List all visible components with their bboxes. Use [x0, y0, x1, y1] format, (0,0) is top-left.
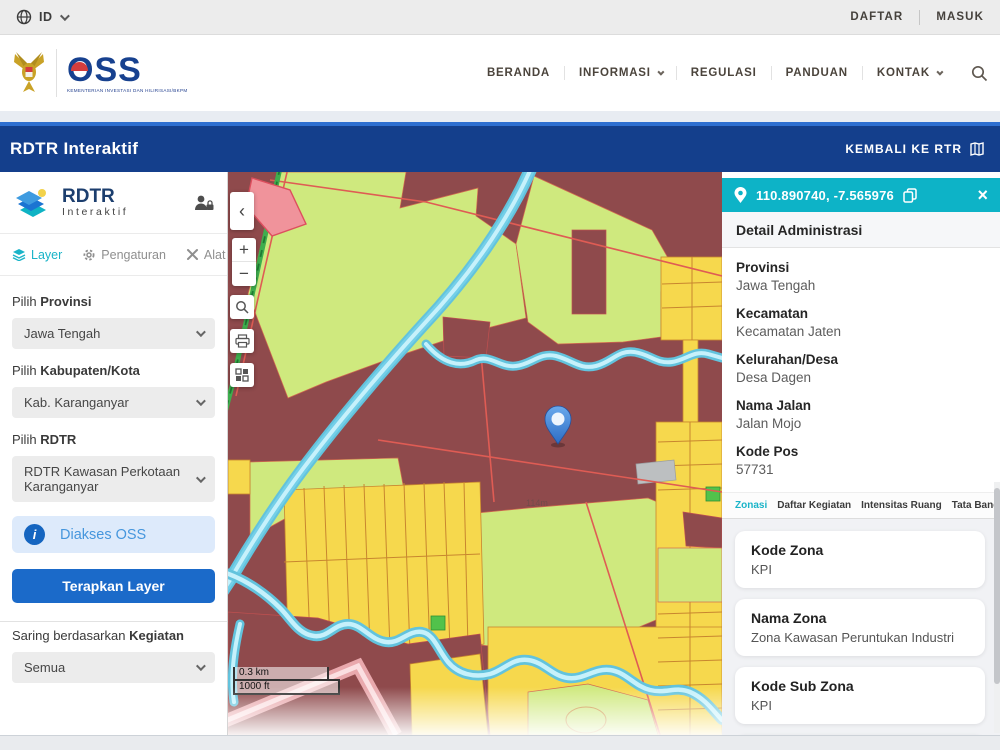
main-nav: BERANDA INFORMASI REGULASI PANDUAN KONTA…	[473, 65, 988, 82]
language-code: ID	[39, 10, 53, 24]
page-toolbar: RDTR Interaktif KEMBALI KE RTR	[0, 122, 1000, 172]
chevron-down-icon	[196, 327, 206, 337]
register-button[interactable]: DAFTAR	[850, 11, 903, 23]
nav-regulasi[interactable]: REGULASI	[677, 67, 771, 79]
zoning-tabs: Zonasi Daftar Kegiatan Intensitas Ruang …	[722, 492, 1000, 519]
basemap-button[interactable]	[230, 363, 254, 387]
chevron-down-icon	[936, 68, 943, 75]
elevation-label: 114m	[526, 498, 548, 508]
detail-section-title: Detail Administrasi	[722, 212, 1000, 248]
map-search-button[interactable]	[230, 295, 254, 319]
rdtr-logo	[12, 184, 54, 222]
language-selector[interactable]: ID	[16, 9, 67, 25]
zoning-cards: Kode ZonaKPI Nama ZonaZona Kawasan Perun…	[722, 519, 1000, 735]
map-scale: 0.3 km 1000 ft	[233, 667, 340, 695]
close-icon[interactable]: ×	[977, 186, 988, 204]
activity-filter-select[interactable]: Semua	[12, 652, 215, 683]
field-jalan: Nama JalanJalan Mojo	[736, 398, 986, 431]
page-footer	[0, 735, 1000, 750]
layer-sidebar: RDTR Interaktif Layer	[0, 172, 228, 735]
oss-brand[interactable]: OSS KEMENTERIAN INVESTASI DAN HILIRISASI…	[12, 49, 187, 97]
province-select[interactable]: Jawa Tengah	[12, 318, 215, 349]
chevron-down-icon	[196, 661, 206, 671]
regency-select[interactable]: Kab. Karanganyar	[12, 387, 215, 418]
province-label: Pilih Provinsi	[12, 294, 215, 309]
back-to-rtr-link[interactable]: KEMBALI KE RTR	[845, 142, 984, 156]
rdtr-select[interactable]: RDTR Kawasan Perkotaan Karanganyar	[12, 456, 215, 502]
field-kecamatan: KecamatanKecamatan Jaten	[736, 306, 986, 339]
panel-scrollbar[interactable]	[994, 482, 1000, 733]
field-provinsi: ProvinsiJawa Tengah	[736, 260, 986, 293]
print-button[interactable]	[230, 329, 254, 353]
search-icon	[235, 300, 249, 314]
tab-pengaturan[interactable]: Pengaturan	[82, 248, 166, 262]
rdtr-label: Pilih RDTR	[12, 432, 215, 447]
field-kodepos: Kode Pos57731	[736, 444, 986, 477]
divider	[56, 49, 57, 97]
zoom-in-button[interactable]: +	[232, 238, 256, 262]
regency-label: Pilih Kabupaten/Kota	[12, 363, 215, 378]
card-nama-zona: Nama ZonaZona Kawasan Peruntukan Industr…	[735, 599, 985, 656]
nav-panduan[interactable]: PANDUAN	[772, 67, 862, 79]
tab-zonasi[interactable]: Zonasi	[730, 500, 772, 511]
nav-kontak[interactable]: KONTAK	[863, 67, 955, 79]
divider	[919, 10, 920, 25]
pin-icon	[734, 187, 747, 204]
chevron-down-icon	[657, 68, 664, 75]
diakses-oss-button[interactable]: i Diakses OSS	[12, 516, 215, 553]
administrative-fields: ProvinsiJawa Tengah KecamatanKecamatan J…	[722, 248, 1000, 492]
divider	[0, 621, 227, 622]
chevron-down-icon	[196, 473, 206, 483]
rdtr-logo-text: RDTR Interaktif	[62, 187, 128, 218]
user-lock-icon[interactable]	[193, 194, 215, 212]
site-header: OSS KEMENTERIAN INVESTASI DAN HILIRISASI…	[0, 35, 1000, 111]
sidebar-collapse-button[interactable]: ‹	[230, 192, 254, 230]
map-book-icon	[970, 142, 984, 156]
coordinate-bar: 110.890740, -7.565976 ×	[722, 178, 1000, 212]
tools-icon	[186, 248, 199, 261]
detail-panel: 110.890740, -7.565976 × Detail Administr…	[722, 172, 1000, 735]
oss-logo: OSS KEMENTERIAN INVESTASI DAN HILIRISASI…	[67, 53, 187, 94]
chevron-down-icon	[196, 396, 206, 406]
utility-bar: ID DAFTAR MASUK	[0, 0, 1000, 35]
qr-grid-icon	[235, 368, 249, 382]
field-kelurahan: Kelurahan/DesaDesa Dagen	[736, 352, 986, 385]
tab-alat[interactable]: Alat	[186, 248, 226, 262]
zoning-basemap: 114m	[228, 172, 722, 735]
tab-intensitas-ruang[interactable]: Intensitas Ruang	[856, 500, 947, 511]
card-kode-sub-zona: Kode Sub ZonaKPI	[735, 667, 985, 724]
tab-daftar-kegiatan[interactable]: Daftar Kegiatan	[772, 500, 856, 511]
gear-icon	[82, 248, 96, 262]
card-kode-zona: Kode ZonaKPI	[735, 531, 985, 588]
nav-beranda[interactable]: BERANDA	[473, 67, 564, 79]
oss-logo-subtext: KEMENTERIAN INVESTASI DAN HILIRISASI/BKP…	[67, 89, 187, 94]
login-button[interactable]: MASUK	[936, 11, 984, 23]
info-icon: i	[24, 524, 45, 545]
search-icon[interactable]	[955, 65, 988, 82]
header-gap	[0, 111, 1000, 122]
scale-ft: 1000 ft	[233, 679, 340, 695]
page-title: RDTR Interaktif	[10, 139, 138, 159]
sidebar-logo-row: RDTR Interaktif	[0, 172, 227, 234]
globe-icon	[16, 9, 32, 25]
copy-icon[interactable]	[903, 188, 917, 203]
zoom-controls: + −	[232, 238, 256, 286]
garuda-emblem	[12, 50, 46, 96]
sidebar-tabs: Layer Pengaturan Alat	[0, 234, 227, 276]
zoom-out-button[interactable]: −	[232, 262, 256, 286]
layers-icon	[12, 248, 26, 261]
zoning-map[interactable]: 114m ‹ + −	[228, 172, 722, 735]
apply-layer-button[interactable]: Terapkan Layer	[12, 569, 215, 603]
filter-label: Saring berdasarkan Kegiatan	[12, 628, 215, 643]
tab-layer[interactable]: Layer	[12, 248, 62, 262]
coordinates-value: 110.890740, -7.565976	[756, 188, 894, 203]
tab-tata-bangunan[interactable]: Tata Bangunan	[947, 500, 1000, 511]
nav-informasi[interactable]: INFORMASI	[565, 67, 676, 79]
chevron-down-icon	[59, 11, 69, 21]
printer-icon	[235, 334, 250, 348]
